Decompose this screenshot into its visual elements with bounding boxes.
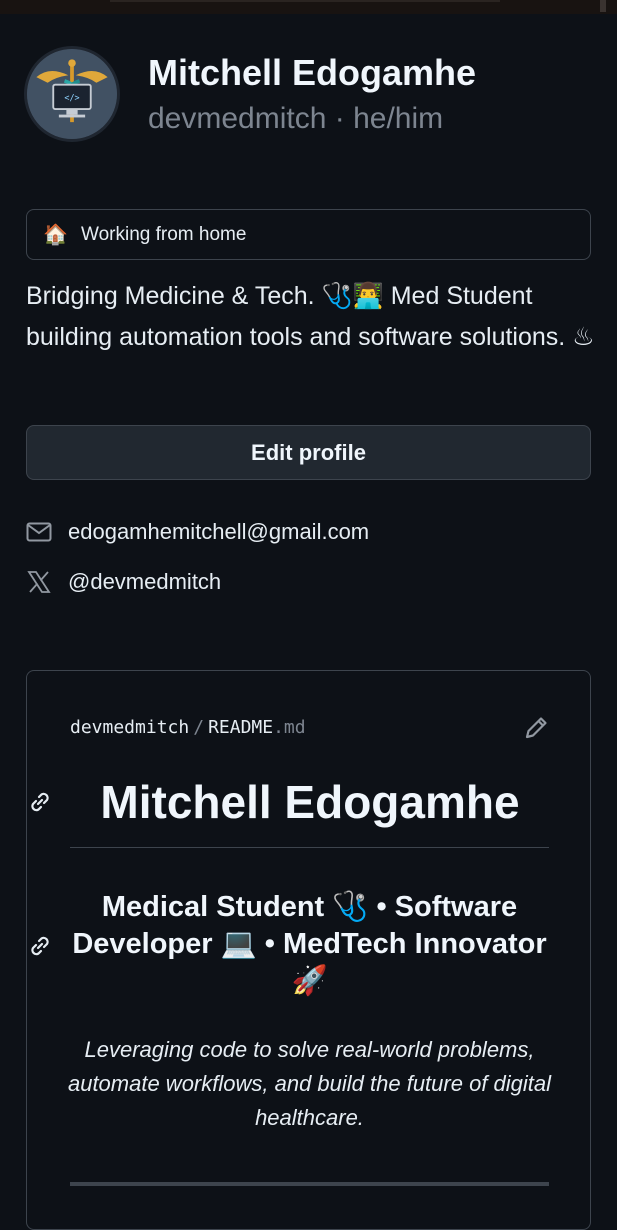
subheading-link-icon[interactable] xyxy=(26,932,54,960)
svg-text:</>: </> xyxy=(64,93,79,103)
readme-tagline: Leveraging code to solve real-world prob… xyxy=(67,1037,552,1130)
top-strip-line xyxy=(110,0,500,2)
twitter-link[interactable]: @devmedmitch xyxy=(68,569,221,595)
avatar[interactable]: </> xyxy=(24,46,120,142)
readme-filename: README xyxy=(208,717,274,738)
x-logo-icon xyxy=(26,569,52,595)
readme-divider xyxy=(70,847,549,848)
mail-icon xyxy=(26,519,52,545)
top-strip-mark xyxy=(600,0,606,12)
profile-handle-line: devmedmitch · he/him xyxy=(148,102,443,136)
handle-separator: · xyxy=(326,102,354,135)
readme-extension: .md xyxy=(273,717,306,738)
status-text: Working from home xyxy=(81,223,247,245)
profile-handle: devmedmitch xyxy=(148,102,327,135)
readme-card: devmedmitch / README.md Mitchell Edogamhe … xyxy=(26,670,591,1230)
twitter-row: @devmedmitch xyxy=(26,567,221,597)
readme-subheading: Medical Student 🩺 • Software Developer 💻… xyxy=(72,891,547,997)
email-row: edogamhemitchell@gmail.com xyxy=(26,517,369,547)
house-icon: 🏠 xyxy=(43,224,68,246)
heading-link-icon[interactable] xyxy=(26,788,54,816)
pencil-icon[interactable] xyxy=(521,713,551,743)
profile-header: </> Mitchell Edogamhe devmedmitch · he/h… xyxy=(24,46,594,142)
profile-bio: Bridging Medicine & Tech. 🩺👨‍💻 Med Stude… xyxy=(26,282,595,351)
readme-owner-link[interactable]: devmedmitch xyxy=(70,717,189,738)
browser-top-strip xyxy=(0,0,617,14)
profile-name: Mitchell Edogamhe xyxy=(148,52,477,93)
avatar-caduceus-image: </> xyxy=(27,49,117,139)
email-link[interactable]: edogamhemitchell@gmail.com xyxy=(68,519,369,545)
profile-pronouns: he/him xyxy=(353,102,444,135)
path-separator: / xyxy=(193,717,205,738)
readme-bottom-divider xyxy=(70,1182,549,1186)
readme-path: devmedmitch / README.md xyxy=(70,717,306,738)
edit-profile-button[interactable]: Edit profile xyxy=(26,425,591,480)
readme-heading: Mitchell Edogamhe xyxy=(100,776,520,828)
status-badge[interactable]: 🏠 Working from home xyxy=(26,209,591,260)
